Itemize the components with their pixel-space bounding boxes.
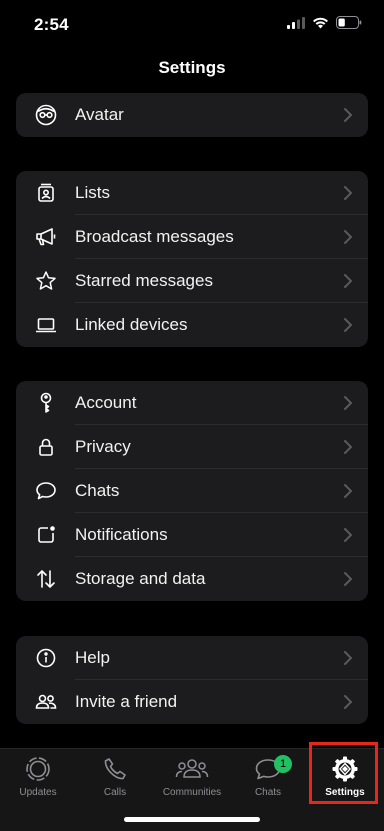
tab-chats[interactable]: 1 Chats bbox=[230, 753, 306, 805]
settings-item-help[interactable]: Help bbox=[16, 636, 368, 680]
settings-item-label: Linked devices bbox=[75, 315, 188, 334]
selection-highlight bbox=[309, 742, 378, 804]
settings-item-label: Starred messages bbox=[75, 271, 213, 290]
chevron-right-icon bbox=[344, 186, 353, 200]
settings-item-notifications[interactable]: Notifications bbox=[16, 513, 368, 557]
settings-group-account: Account Privacy Chats Notifications Stor… bbox=[16, 381, 368, 601]
lock-icon bbox=[34, 435, 58, 459]
communities-icon bbox=[154, 753, 230, 785]
phone-icon bbox=[77, 753, 153, 785]
chevron-right-icon bbox=[344, 528, 353, 542]
wifi-icon bbox=[312, 16, 329, 34]
cellular-signal-icon bbox=[287, 16, 305, 34]
settings-item-storage[interactable]: Storage and data bbox=[16, 557, 368, 601]
chevron-right-icon bbox=[344, 108, 353, 122]
settings-group-messages: Lists Broadcast messages Starred message… bbox=[16, 171, 368, 347]
settings-item-broadcast[interactable]: Broadcast messages bbox=[16, 215, 368, 259]
tab-communities[interactable]: Communities bbox=[154, 753, 230, 805]
tab-updates[interactable]: Updates bbox=[0, 753, 76, 805]
settings-item-privacy[interactable]: Privacy bbox=[16, 425, 368, 469]
status-bar: 2:54 bbox=[0, 0, 384, 48]
megaphone-icon bbox=[34, 225, 58, 249]
tab-label: Communities bbox=[162, 787, 222, 798]
settings-group-help: Help Invite a friend bbox=[16, 636, 368, 724]
settings-item-lists[interactable]: Lists bbox=[16, 171, 368, 215]
avatar-icon bbox=[34, 103, 58, 127]
notification-icon bbox=[34, 523, 58, 547]
settings-item-linked-devices[interactable]: Linked devices bbox=[16, 303, 368, 347]
settings-item-invite[interactable]: Invite a friend bbox=[16, 680, 368, 724]
status-time: 2:54 bbox=[34, 15, 69, 34]
lists-icon bbox=[34, 181, 58, 205]
settings-item-label: Notifications bbox=[75, 525, 168, 544]
settings-list[interactable]: Avatar Lists Broadcast messages Starred … bbox=[0, 92, 384, 748]
unread-badge: 1 bbox=[274, 755, 292, 773]
star-icon bbox=[34, 269, 58, 293]
chevron-right-icon bbox=[344, 695, 353, 709]
chevron-right-icon bbox=[344, 572, 353, 586]
tab-label: Calls bbox=[103, 787, 127, 798]
key-icon bbox=[34, 391, 58, 415]
settings-item-chats[interactable]: Chats bbox=[16, 469, 368, 513]
tab-label: Chats bbox=[254, 787, 282, 798]
settings-group-profile: Avatar bbox=[16, 93, 368, 137]
settings-item-avatar[interactable]: Avatar bbox=[16, 93, 368, 137]
people-icon bbox=[34, 690, 58, 714]
navigation-bar: Settings bbox=[0, 48, 384, 90]
chevron-right-icon bbox=[344, 318, 353, 332]
home-indicator bbox=[124, 817, 260, 822]
settings-item-label: Broadcast messages bbox=[75, 227, 234, 246]
chevron-right-icon bbox=[344, 484, 353, 498]
settings-item-label: Avatar bbox=[75, 105, 124, 124]
storage-arrows-icon bbox=[34, 567, 58, 591]
chats-tab-icon bbox=[230, 753, 306, 785]
settings-item-label: Account bbox=[75, 393, 137, 412]
tab-calls[interactable]: Calls bbox=[77, 753, 153, 805]
chevron-right-icon bbox=[344, 230, 353, 244]
settings-item-account[interactable]: Account bbox=[16, 381, 368, 425]
chat-bubble-icon bbox=[34, 479, 58, 503]
settings-item-label: Storage and data bbox=[75, 569, 206, 588]
chevron-right-icon bbox=[344, 274, 353, 288]
chevron-right-icon bbox=[344, 440, 353, 454]
battery-icon bbox=[336, 16, 362, 34]
tab-label: Updates bbox=[19, 787, 57, 798]
chevron-right-icon bbox=[344, 396, 353, 410]
chevron-right-icon bbox=[344, 651, 353, 665]
laptop-icon bbox=[34, 313, 58, 337]
settings-item-label: Privacy bbox=[75, 437, 131, 456]
updates-icon bbox=[0, 753, 76, 785]
page-title: Settings bbox=[158, 58, 226, 77]
settings-item-starred[interactable]: Starred messages bbox=[16, 259, 368, 303]
settings-item-label: Lists bbox=[75, 183, 110, 202]
info-icon bbox=[34, 646, 58, 670]
status-icons bbox=[287, 16, 362, 34]
settings-item-label: Chats bbox=[75, 481, 120, 500]
settings-item-label: Invite a friend bbox=[75, 692, 178, 711]
settings-item-label: Help bbox=[75, 648, 110, 667]
